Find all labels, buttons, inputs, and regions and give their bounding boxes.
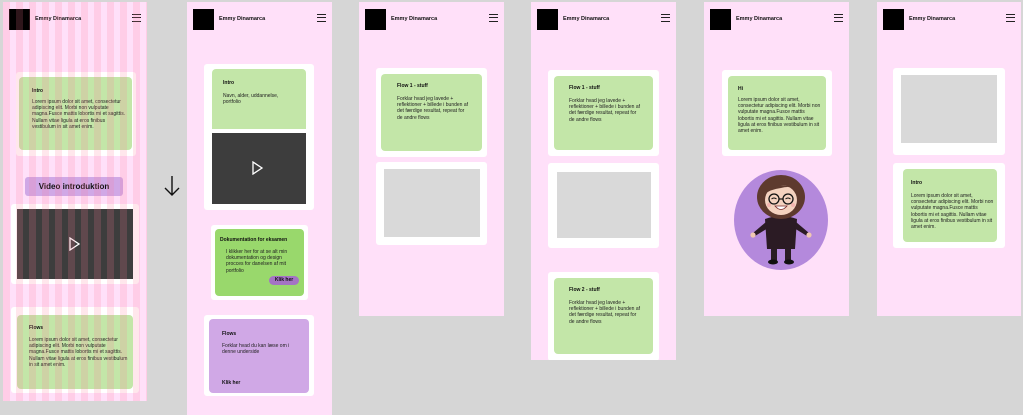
arrow-down-icon	[164, 176, 180, 196]
flow2-title: Flow 2 - stuff	[569, 287, 600, 293]
flow1-card: Flow 1 - stuff Forklar hvad jeg lavede +…	[548, 70, 659, 156]
flows-klik-her-link[interactable]: Klik her	[222, 380, 240, 386]
flow1-card: Flow 1 - stuff Forklar hvad jeg lavede +…	[376, 68, 487, 157]
flow1-text: Forklar hvad jeg lavede + reflektioner +…	[569, 98, 641, 123]
play-icon[interactable]	[67, 237, 81, 251]
intro-title: Intro	[911, 180, 923, 186]
flows-card: Flows Lorem ipsum dolor sit amet, consec…	[11, 307, 139, 393]
image-card	[893, 68, 1005, 155]
header: Emmy Dinamarca	[710, 9, 843, 31]
flow1-text: Forklar hvad jeg lavede + reflektioner +…	[397, 96, 469, 121]
site-name: Emmy Dinamarca	[219, 16, 266, 22]
flow1-image-card	[376, 162, 487, 245]
intro-card: Intro Lorem ipsum dolor sit amet, consec…	[893, 163, 1005, 248]
intro-text: Lorem ipsum dolor sit amet, consectetur …	[911, 193, 994, 231]
flow1-image-placeholder	[384, 169, 480, 237]
header: Emmy Dinamarca	[883, 9, 1015, 31]
cartoon-avatar	[734, 170, 828, 270]
flow2-box: Flow 2 - stuff Forklar hvad jeg lavede +…	[554, 278, 653, 354]
image-placeholder	[901, 75, 997, 143]
frame-intro: Emmy Dinamarca Intro Lorem ipsum dolor s…	[877, 2, 1021, 316]
doc-text: I klikker her for at se alt min dokument…	[226, 249, 288, 274]
header: Emmy Dinamarca	[537, 9, 670, 31]
hi-card: Hi Lorem ipsum dolor sit amet, consectet…	[722, 70, 832, 156]
flow1-image-card	[548, 163, 659, 248]
intro-title: Intro	[223, 80, 235, 86]
hi-text: Lorem ipsum dolor sit amet, consectetur …	[738, 97, 821, 135]
hamburger-icon[interactable]	[834, 14, 843, 22]
logo[interactable]	[365, 9, 386, 30]
flows-title: Flows	[29, 325, 44, 331]
video-player[interactable]	[212, 133, 306, 204]
doc-title: Dokumentation for eksamen	[220, 237, 288, 243]
intro-video-card: Intro Navn, alder, uddannelse, portfolio	[204, 64, 314, 210]
hamburger-icon[interactable]	[661, 14, 670, 22]
intro-text: Navn, alder, uddannelse, portfolio	[223, 93, 279, 106]
hamburger-icon[interactable]	[317, 14, 326, 22]
intro-title: Intro	[32, 88, 44, 94]
hamburger-icon[interactable]	[489, 14, 498, 22]
site-name: Emmy Dinamarca	[35, 16, 82, 22]
flows-title: Flows	[222, 331, 237, 337]
logo[interactable]	[537, 9, 558, 30]
frame-home: Emmy Dinamarca Intro Navn, alder, uddann…	[187, 2, 332, 415]
header: Emmy Dinamarca	[365, 9, 498, 31]
logo[interactable]	[883, 9, 904, 30]
hamburger-icon[interactable]	[1006, 14, 1015, 22]
intro-text: Lorem ipsum dolor sit amet, consectetur …	[32, 99, 126, 130]
frame-home-grid: Emmy Dinamarca Intro Lorem ipsum dolor s…	[3, 2, 147, 401]
frame-about: Emmy Dinamarca Hi Lorem ipsum dolor sit …	[704, 2, 849, 316]
flows-card: Flows Forklar hvad du kan læse om i denn…	[204, 315, 314, 396]
flow2-text: Forklar hvad jeg lavede + reflektioner +…	[569, 300, 641, 325]
flow1-title: Flow 1 - stuff	[569, 85, 600, 91]
site-name: Emmy Dinamarca	[563, 16, 610, 22]
site-name: Emmy Dinamarca	[736, 16, 783, 22]
frame-flows-1: Emmy Dinamarca Flow 1 - stuff Forklar hv…	[359, 2, 504, 316]
video-player[interactable]	[17, 209, 133, 279]
flows-text: Forklar hvad du kan læse om i denne unde…	[222, 343, 290, 356]
intro-box: Intro Navn, alder, uddannelse, portfolio	[212, 69, 306, 129]
flow2-card: Flow 2 - stuff Forklar hvad jeg lavede +…	[548, 272, 659, 360]
hi-box: Hi Lorem ipsum dolor sit amet, consectet…	[728, 76, 826, 150]
site-name: Emmy Dinamarca	[909, 16, 956, 22]
site-name: Emmy Dinamarca	[391, 16, 438, 22]
hi-title: Hi	[738, 86, 743, 92]
video-intro-button[interactable]: Video introduktion	[25, 177, 123, 196]
header: Emmy Dinamarca	[193, 9, 326, 31]
play-icon[interactable]	[250, 161, 264, 175]
doc-box: Dokumentation for eksamen I klikker her …	[215, 229, 304, 296]
flow1-image-placeholder	[557, 172, 651, 238]
doc-card: Dokumentation for eksamen I klikker her …	[211, 225, 308, 300]
logo[interactable]	[710, 9, 731, 30]
logo[interactable]	[9, 9, 30, 30]
header: Emmy Dinamarca	[9, 9, 141, 31]
doc-klik-her-button[interactable]: Klik her	[269, 276, 299, 285]
logo[interactable]	[193, 9, 214, 30]
flow1-box: Flow 1 - stuff Forklar hvad jeg lavede +…	[554, 76, 653, 150]
flow1-title: Flow 1 - stuff	[397, 83, 428, 89]
intro-card: Intro Lorem ipsum dolor sit amet, consec…	[16, 72, 136, 156]
hamburger-icon[interactable]	[132, 14, 141, 22]
flows-box: Flows Forklar hvad du kan læse om i denn…	[209, 319, 309, 393]
flows-box: Flows Lorem ipsum dolor sit amet, consec…	[17, 315, 133, 389]
intro-box: Intro Lorem ipsum dolor sit amet, consec…	[19, 77, 132, 150]
intro-box: Intro Lorem ipsum dolor sit amet, consec…	[903, 169, 997, 242]
flows-text: Lorem ipsum dolor sit amet, consectetur …	[29, 337, 128, 368]
frame-flows-2: Emmy Dinamarca Flow 1 - stuff Forklar hv…	[531, 2, 676, 360]
video-card	[11, 204, 139, 284]
flow1-box: Flow 1 - stuff Forklar hvad jeg lavede +…	[381, 74, 482, 151]
